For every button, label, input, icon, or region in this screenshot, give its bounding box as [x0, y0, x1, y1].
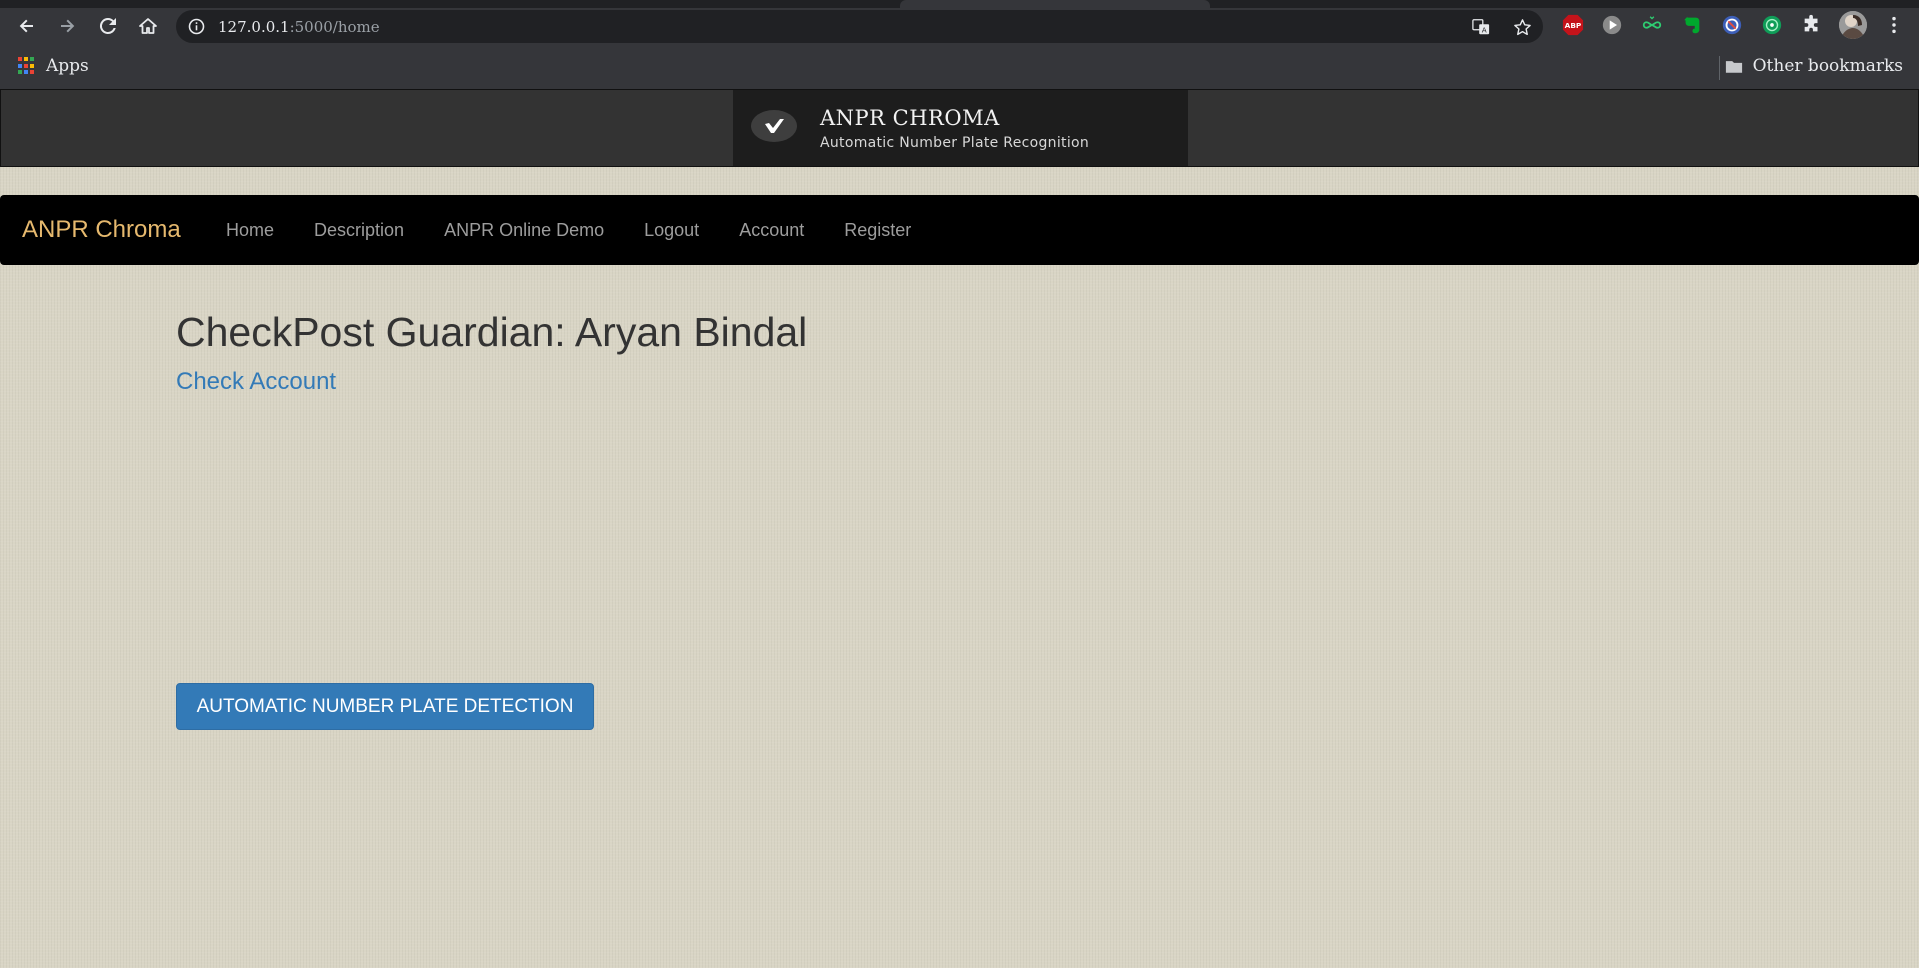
navbar: ANPR Chroma Home Description ANPR Online… [0, 195, 1919, 265]
bookmarks-bar: Apps Other bookmarks [0, 50, 1919, 88]
url-host: 127.0.0.1 [218, 18, 290, 36]
infinity-icon[interactable] [1640, 13, 1664, 37]
nav-home[interactable]: Home [206, 220, 294, 241]
other-bookmarks[interactable]: Other bookmarks [1725, 56, 1903, 76]
active-tab[interactable] [900, 0, 1210, 8]
apps-bookmark[interactable]: Apps [18, 56, 89, 76]
site-info-icon[interactable] [188, 18, 205, 35]
navbar-brand[interactable]: ANPR Chroma [22, 216, 181, 244]
nav-anpr-online-demo[interactable]: ANPR Online Demo [424, 220, 624, 241]
logo-subtitle: Automatic Number Plate Recognition [820, 135, 1090, 151]
main-content: CheckPost Guardian: Aryan Bindal Check A… [176, 309, 807, 396]
back-icon[interactable] [13, 12, 41, 40]
evernote-icon[interactable] [1680, 13, 1704, 37]
browser-toolbar: 127.0.0.1:5000/home A ABP Apps Other boo… [0, 0, 1919, 89]
reload-icon[interactable] [94, 12, 122, 40]
block-icon[interactable] [1720, 13, 1744, 37]
forward-icon[interactable] [53, 12, 81, 40]
folder-icon [1725, 60, 1742, 73]
star-icon[interactable] [1512, 17, 1532, 37]
avatar[interactable] [1839, 11, 1867, 39]
abp-label: ABP [1565, 21, 1582, 30]
anpr-detection-button[interactable]: AUTOMATIC NUMBER PLATE DETECTION [176, 683, 594, 730]
green-circle-icon[interactable] [1760, 13, 1784, 37]
url-text[interactable]: 127.0.0.1:5000/home [218, 18, 380, 36]
address-bar[interactable]: 127.0.0.1:5000/home A [176, 10, 1543, 43]
checkmark-logo-icon [751, 110, 797, 142]
logo-title: ANPR CHROMA [820, 106, 1000, 130]
logo: ANPR CHROMA Automatic Number Plate Recog… [733, 90, 1188, 166]
apps-label: Apps [46, 56, 89, 76]
header-banner: ANPR CHROMA Automatic Number Plate Recog… [0, 89, 1919, 167]
nav-register[interactable]: Register [824, 220, 931, 241]
page-title: CheckPost Guardian: Aryan Bindal [176, 309, 808, 355]
other-bookmarks-label: Other bookmarks [1752, 56, 1903, 76]
home-icon[interactable] [134, 12, 162, 40]
tab-strip [0, 0, 1919, 8]
page: ANPR CHROMA Automatic Number Plate Recog… [0, 89, 1919, 968]
nav-account[interactable]: Account [719, 220, 824, 241]
menu-icon[interactable] [1882, 13, 1906, 37]
translate-icon[interactable]: A [1471, 17, 1491, 37]
apps-grid-icon [18, 57, 36, 75]
check-account-link[interactable]: Check Account [176, 368, 336, 396]
url-path: :5000/home [289, 18, 380, 36]
bookmarks-divider [1719, 56, 1720, 80]
svg-text:A: A [1482, 25, 1487, 34]
nav-logout[interactable]: Logout [624, 220, 719, 241]
puzzle-icon[interactable] [1800, 13, 1824, 37]
abp-icon[interactable]: ABP [1561, 13, 1585, 37]
nav-description[interactable]: Description [294, 220, 424, 241]
play-icon[interactable] [1600, 13, 1624, 37]
nav-links: Home Description ANPR Online Demo Logout… [206, 195, 931, 265]
